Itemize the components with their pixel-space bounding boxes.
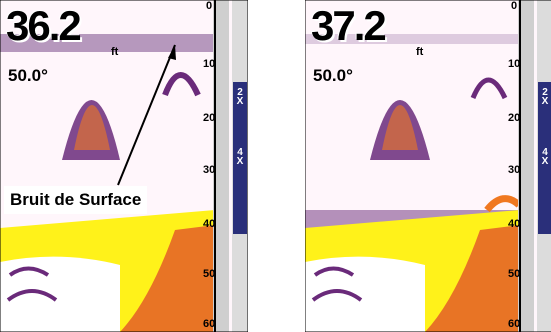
scale-label: 60	[508, 318, 521, 330]
zoom-4x-label[interactable]: 4X	[233, 148, 247, 167]
scale-label: 50	[508, 268, 521, 280]
depth-readout: 36.2	[6, 2, 82, 49]
sonar-screen-right: 37.2 ft 50.0° 0 10 20 30 40 50 60 2X 4X	[305, 0, 551, 332]
scale-label: 10	[508, 58, 521, 70]
zoom-2x-label[interactable]: 2X	[538, 88, 551, 107]
scale-label: 0	[511, 0, 518, 12]
scale-label: 40	[203, 218, 216, 230]
zoom-4x-label[interactable]: 4X	[538, 148, 551, 167]
scale-label: 20	[203, 112, 216, 124]
temperature-readout: 50.0°	[8, 66, 48, 85]
scale-label: 30	[508, 164, 521, 176]
depth-readout: 37.2	[311, 2, 387, 49]
scale-label: 30	[203, 164, 216, 176]
temperature-readout: 50.0°	[313, 66, 353, 85]
scale-label: 10	[203, 58, 216, 70]
scale-label: 50	[203, 268, 216, 280]
scale-label: 40	[508, 218, 521, 230]
scale-label: 0	[206, 0, 213, 12]
scale-label: 60	[203, 318, 216, 330]
depth-unit: ft	[111, 46, 119, 58]
depth-unit: ft	[416, 46, 424, 58]
sonar-screen-left: 36.2 ft 50.0° 0 10 20 30 40 50 60 2X 4X …	[0, 0, 248, 332]
scale-label: 20	[508, 112, 521, 124]
surface-noise-callout: Bruit de Surface	[4, 186, 148, 214]
zoom-2x-label[interactable]: 2X	[233, 88, 247, 107]
